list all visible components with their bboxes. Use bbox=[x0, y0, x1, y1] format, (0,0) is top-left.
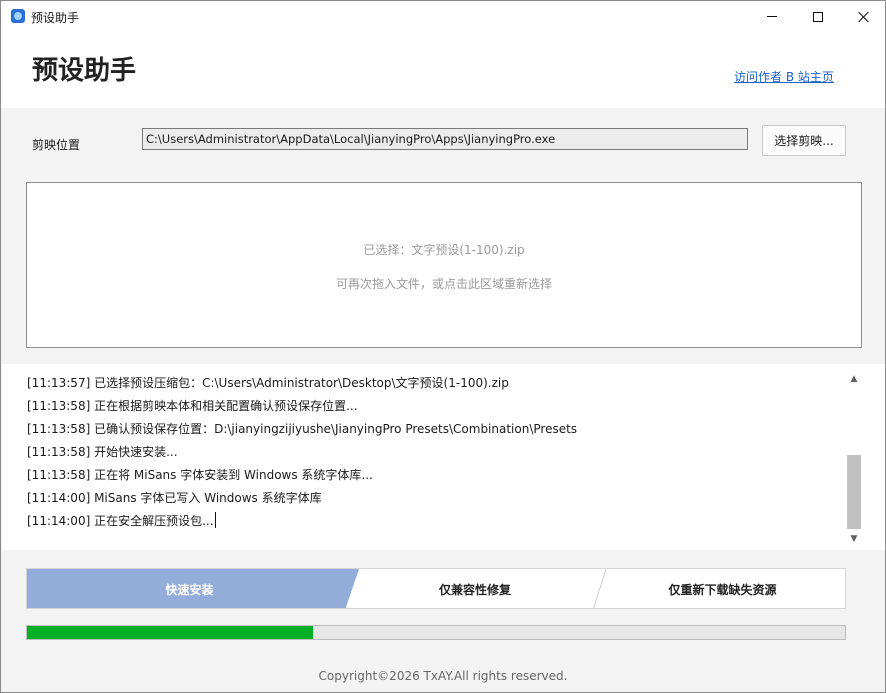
app-window: 预设助手 预设助手 访问作者 B 站主页 剪映位置 C:\Users\Admin… bbox=[0, 0, 886, 693]
log-line-text: [11:14:00] 正在安全解压预设包... bbox=[27, 514, 214, 528]
title-bar: 预设助手 bbox=[1, 1, 885, 32]
log-scrollbar[interactable]: ▲ ▼ bbox=[846, 371, 862, 547]
minimize-icon bbox=[767, 16, 777, 17]
header: 预设助手 访问作者 B 站主页 bbox=[1, 32, 885, 108]
maximize-button[interactable] bbox=[795, 1, 841, 32]
window-title: 预设助手 bbox=[31, 11, 80, 25]
choose-jianying-button[interactable]: 选择剪映... bbox=[762, 125, 846, 156]
install-progress-bar bbox=[26, 625, 846, 640]
jianying-path-label: 剪映位置 bbox=[32, 138, 81, 152]
file-drop-zone[interactable]: 已选择：文字预设(1-100).zip 可再次拖入文件，或点击此区域重新选择 bbox=[26, 182, 862, 348]
mode-redownload-missing[interactable]: 仅重新下载缺失资源 bbox=[598, 569, 845, 608]
close-button[interactable] bbox=[841, 1, 885, 32]
page-title: 预设助手 bbox=[32, 56, 137, 86]
mode-quick-install[interactable]: 快速安装 bbox=[27, 569, 352, 608]
text-caret bbox=[214, 512, 216, 528]
log-line: [11:13:58] 正在根据剪映本体和相关配置确认预设保存位置... bbox=[27, 399, 358, 413]
scroll-up-icon[interactable]: ▲ bbox=[846, 371, 862, 387]
drop-hint-text: 可再次拖入文件，或点击此区域重新选择 bbox=[335, 277, 552, 291]
maximize-icon bbox=[813, 11, 823, 22]
app-logo-icon bbox=[11, 9, 25, 23]
close-icon bbox=[858, 11, 870, 23]
jianying-path-field[interactable]: C:\Users\Administrator\AppData\Local\Jia… bbox=[142, 128, 748, 150]
progress-fill bbox=[27, 626, 314, 639]
selected-file-text: 已选择：文字预设(1-100).zip bbox=[363, 243, 525, 257]
minimize-button[interactable] bbox=[749, 1, 795, 32]
log-line: [11:13:58] 开始快速安装... bbox=[27, 445, 178, 459]
log-line: [11:14:00] MiSans 字体已写入 Windows 系统字体库 bbox=[27, 491, 322, 505]
log-line: [11:13:58] 已确认预设保存位置：D:\jianyingzijiyush… bbox=[27, 422, 578, 436]
log-panel[interactable]: [11:13:57] 已选择预设压缩包：C:\Users\Administrat… bbox=[2, 364, 885, 550]
log-lines: [11:13:57] 已选择预设压缩包：C:\Users\Administrat… bbox=[27, 374, 842, 535]
copyright-footer: Copyright©2026 TxAY.All rights reserved. bbox=[318, 669, 568, 683]
log-line-last: [11:14:00] 正在安全解压预设包... bbox=[27, 512, 842, 535]
scroll-down-icon[interactable]: ▼ bbox=[846, 531, 862, 547]
scrollbar-thumb[interactable] bbox=[847, 455, 861, 529]
log-line: [11:13:57] 已选择预设压缩包：C:\Users\Administrat… bbox=[27, 376, 509, 390]
mode-compatibility-fix[interactable]: 仅兼容性修复 bbox=[352, 569, 598, 608]
author-homepage-link[interactable]: 访问作者 B 站主页 bbox=[734, 68, 834, 85]
log-line: [11:13:58] 正在将 MiSans 字体安装到 Windows 系统字体… bbox=[27, 468, 373, 482]
install-mode-selector: 快速安装 仅兼容性修复 仅重新下载缺失资源 bbox=[26, 568, 846, 609]
